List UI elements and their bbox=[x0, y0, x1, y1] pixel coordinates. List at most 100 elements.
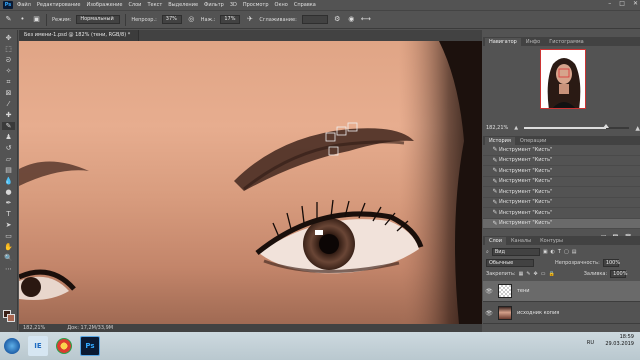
layer-fill-field[interactable]: 100% bbox=[610, 269, 627, 278]
zoom-in-icon[interactable]: ▲ bbox=[635, 125, 640, 132]
menu-image[interactable]: Изображение bbox=[86, 2, 122, 8]
language-indicator[interactable]: RU bbox=[587, 340, 594, 346]
status-zoom[interactable]: 182,21% bbox=[23, 324, 45, 332]
tab-navigator[interactable]: Навигатор bbox=[485, 38, 521, 46]
filter-smart-icon[interactable]: ▤ bbox=[572, 249, 577, 255]
lasso-tool-icon[interactable]: ᘐ bbox=[2, 56, 15, 64]
brush-tool-icon[interactable]: ✎ bbox=[2, 122, 15, 130]
opacity-field[interactable]: 37% bbox=[161, 15, 182, 24]
close-icon[interactable]: ✕ bbox=[633, 0, 638, 7]
image-canvas[interactable] bbox=[19, 41, 482, 324]
menu-3d[interactable]: 3D bbox=[230, 2, 237, 8]
hand-tool-icon[interactable]: ✋ bbox=[2, 243, 15, 251]
document-tab[interactable]: Без имени-1.psd @ 182% (тени, RGB/8) * × bbox=[19, 30, 139, 49]
type-tool-icon[interactable]: T bbox=[2, 210, 15, 218]
history-brush-tool-icon[interactable]: ↺ bbox=[2, 144, 15, 152]
tab-channels[interactable]: Каналы bbox=[507, 237, 535, 245]
navigator-zoom-value[interactable]: 182,21% bbox=[486, 125, 508, 131]
lock-artboard-icon[interactable]: ▭ bbox=[541, 271, 546, 277]
menu-layers[interactable]: Слои bbox=[128, 2, 141, 8]
minimize-icon[interactable]: – bbox=[608, 0, 611, 7]
airbrush-icon[interactable]: ✈ bbox=[245, 15, 254, 24]
mode-select[interactable]: Нормальный bbox=[76, 15, 121, 24]
system-clock[interactable]: 18:59 29.03.2019 bbox=[605, 334, 634, 348]
gradient-tool-icon[interactable]: ▤ bbox=[2, 166, 15, 174]
pen-tool-icon[interactable]: ✒ bbox=[2, 199, 15, 207]
menu-view[interactable]: Просмотр bbox=[243, 2, 269, 8]
history-row[interactable]: ✎ Инструмент "Кисть" bbox=[483, 187, 640, 198]
menu-filter[interactable]: Фильтр bbox=[204, 2, 224, 8]
history-row-selected[interactable]: ✎ Инструмент "Кисть" bbox=[483, 218, 640, 229]
tab-info[interactable]: Инфо bbox=[522, 38, 544, 46]
history-row[interactable]: ✎ Инструмент "Кисть" bbox=[483, 145, 640, 156]
lock-pixels-icon[interactable]: ▦ bbox=[519, 271, 524, 277]
history-row[interactable]: ✎ Инструмент "Кисть" bbox=[483, 177, 640, 187]
layer-row[interactable]: 👁 исходник копия bbox=[483, 303, 640, 324]
flow-field[interactable]: 17% bbox=[220, 15, 241, 24]
marquee-tool-icon[interactable]: ⬚ bbox=[2, 45, 15, 53]
pressure-size-icon[interactable]: ◉ bbox=[347, 15, 356, 24]
eraser-tool-icon[interactable]: ▱ bbox=[2, 155, 15, 163]
layer-opacity-field[interactable]: 100% bbox=[602, 258, 620, 267]
eyedropper-tool-icon[interactable]: ⁄ bbox=[2, 100, 15, 108]
tab-paths[interactable]: Контуры bbox=[536, 237, 567, 245]
visibility-eye-icon[interactable]: 👁 bbox=[483, 288, 495, 295]
menu-file[interactable]: Файл bbox=[17, 2, 31, 8]
zoom-slider[interactable] bbox=[524, 124, 630, 129]
more-tools-icon[interactable]: ⋯ bbox=[2, 265, 15, 273]
menu-type[interactable]: Текст bbox=[147, 2, 162, 8]
tab-actions[interactable]: Операции bbox=[516, 137, 550, 145]
blend-mode-select[interactable]: Обычные bbox=[486, 258, 534, 267]
photoshop-taskbar-icon[interactable]: Ps bbox=[80, 336, 100, 356]
path-select-tool-icon[interactable]: ➤ bbox=[2, 221, 15, 229]
lock-all-icon[interactable]: 🔒 bbox=[548, 271, 554, 277]
brush-settings-icon[interactable]: ▣ bbox=[32, 15, 41, 24]
shape-tool-icon[interactable]: ▭ bbox=[2, 232, 15, 240]
maximize-icon[interactable]: □ bbox=[619, 0, 625, 7]
clone-stamp-tool-icon[interactable]: ♟ bbox=[2, 133, 15, 141]
background-color-swatch[interactable] bbox=[7, 314, 15, 322]
lock-paint-icon[interactable]: ✎ bbox=[526, 271, 530, 277]
crop-tool-icon[interactable]: ⌗ bbox=[2, 78, 15, 86]
layer-filter-select[interactable]: Вид bbox=[491, 247, 540, 256]
menu-edit[interactable]: Редактирование bbox=[37, 2, 81, 8]
zoom-out-icon[interactable]: ▲ bbox=[514, 125, 518, 131]
dodge-tool-icon[interactable]: ● bbox=[2, 188, 15, 196]
tab-layers[interactable]: Слои bbox=[485, 237, 506, 245]
history-row[interactable]: ✎ Инструмент "Кисть" bbox=[483, 198, 640, 208]
filter-adjust-icon[interactable]: ◐ bbox=[551, 249, 555, 255]
filter-type-icon[interactable]: T bbox=[558, 249, 561, 255]
menu-select[interactable]: Выделение bbox=[168, 2, 198, 8]
clock-time: 18:59 bbox=[619, 334, 634, 340]
chrome-icon[interactable] bbox=[56, 338, 72, 354]
healing-brush-tool-icon[interactable]: ✚ bbox=[2, 111, 15, 119]
internet-explorer-icon[interactable]: IE bbox=[28, 336, 48, 356]
symmetry-icon[interactable]: ⟷ bbox=[361, 15, 371, 24]
tab-histogram[interactable]: Гистограмма bbox=[545, 38, 588, 46]
filter-shape-icon[interactable]: ▢ bbox=[564, 249, 569, 255]
filter-pixel-icon[interactable]: ▣ bbox=[543, 249, 548, 255]
move-tool-icon[interactable]: ✥ bbox=[2, 34, 15, 42]
history-row[interactable]: ✎ Инструмент "Кисть" bbox=[483, 156, 640, 166]
brush-size-icon[interactable]: • bbox=[18, 15, 27, 24]
frame-tool-icon[interactable]: ⊠ bbox=[2, 89, 15, 97]
menu-help[interactable]: Справка bbox=[294, 2, 316, 8]
quick-select-tool-icon[interactable]: ✧ bbox=[2, 67, 15, 75]
start-button[interactable] bbox=[4, 338, 20, 354]
gear-icon[interactable]: ⚙ bbox=[333, 15, 342, 24]
layer-thumbnail bbox=[498, 284, 512, 298]
history-row[interactable]: ✎ Инструмент "Кисть" bbox=[483, 208, 640, 219]
blur-tool-icon[interactable]: 💧 bbox=[2, 177, 15, 185]
navigator-thumbnail[interactable] bbox=[540, 49, 586, 109]
brush-tool-preset-icon[interactable]: ✎ bbox=[4, 15, 13, 24]
zoom-tool-icon[interactable]: 🔍 bbox=[2, 254, 15, 262]
layer-row[interactable]: 👁 тени bbox=[483, 281, 640, 302]
menu-window[interactable]: Окно bbox=[275, 2, 288, 8]
lock-move-icon[interactable]: ✥ bbox=[534, 271, 538, 277]
tab-history[interactable]: История bbox=[485, 137, 515, 145]
zoom-slider-knob[interactable] bbox=[603, 124, 610, 128]
history-row[interactable]: ✎ Инструмент "Кисть" bbox=[483, 166, 640, 177]
smoothing-field[interactable] bbox=[301, 15, 328, 24]
visibility-eye-icon[interactable]: 👁 bbox=[483, 310, 495, 317]
pressure-opacity-icon[interactable]: ◎ bbox=[187, 15, 196, 24]
